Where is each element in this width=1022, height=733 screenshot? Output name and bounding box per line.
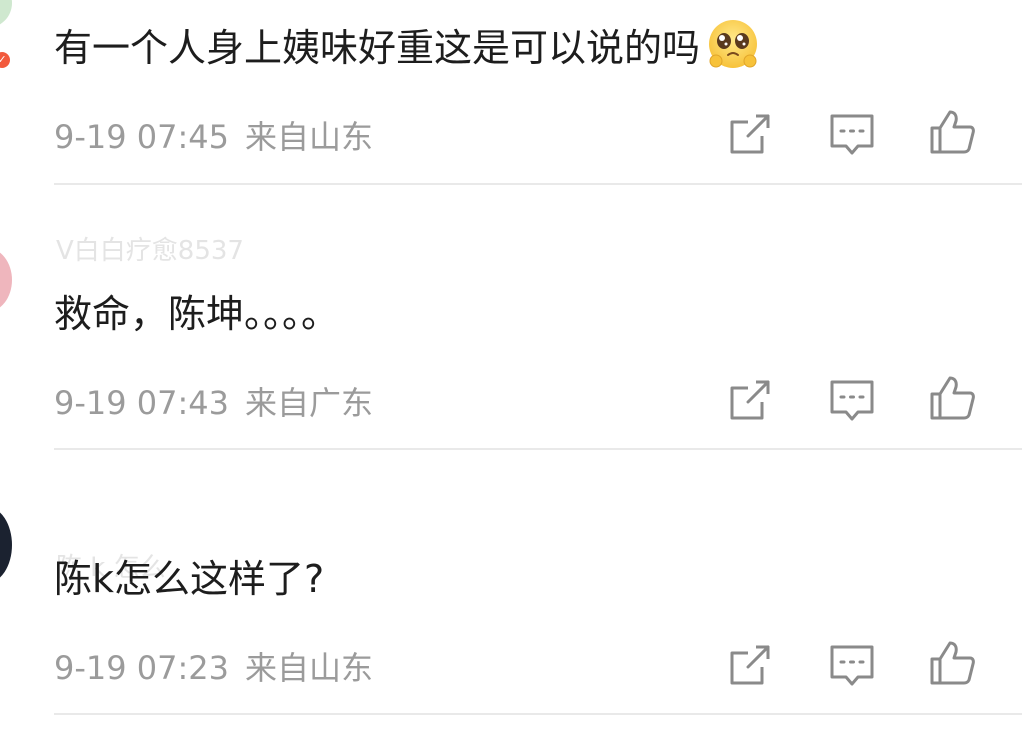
divider xyxy=(54,713,1022,715)
share-icon xyxy=(730,114,770,154)
pleading-face-emoji-icon xyxy=(709,20,758,68)
comment-time: 9-19 07:45 xyxy=(54,118,230,156)
share-button[interactable] xyxy=(726,376,774,424)
comment-text: 陈k怎么这样了? xyxy=(54,547,324,603)
comment-item: 陈 k 怎么 陈k怎么这样了? 9-19 07:23 来自山东 xyxy=(0,451,1022,733)
comment-text: 有一个人身上姨味好重这是可以说的吗 xyxy=(54,14,760,74)
avatar[interactable] xyxy=(0,248,12,312)
share-button[interactable] xyxy=(726,641,774,689)
comment-username[interactable]: V白白疗愈8537 xyxy=(56,230,244,267)
comment-icon xyxy=(830,645,874,686)
comment-meta: 9-19 07:23 来自山东 xyxy=(54,643,373,689)
comment-item: V白白疗愈8537 救命，陈坤。。。。 9-19 07:43 来自广东 xyxy=(0,186,1022,451)
avatar[interactable] xyxy=(0,507,12,583)
comment-feed: ✓ 有一个人身上姨味好重这是可以说的吗 9-19 07:45 来自山东 V白白疗… xyxy=(0,0,1022,733)
comment-text-content: 有一个人身上姨味好重这是可以说的吗 xyxy=(54,25,701,70)
reply-button[interactable] xyxy=(828,110,876,158)
like-button[interactable] xyxy=(928,639,976,687)
like-button[interactable] xyxy=(928,108,976,156)
verified-badge-icon: ✓ xyxy=(0,52,10,68)
comment-text-content: 救命，陈坤。。。。 xyxy=(54,291,340,336)
share-button[interactable] xyxy=(726,110,774,158)
divider xyxy=(54,183,1022,185)
divider xyxy=(54,448,1022,450)
avatar[interactable] xyxy=(0,0,12,28)
reply-button[interactable] xyxy=(828,641,876,689)
reply-button[interactable] xyxy=(828,376,876,424)
comment-meta: 9-19 07:43 来自广东 xyxy=(54,378,373,424)
comment-time: 9-19 07:43 xyxy=(54,384,230,422)
thumbs-up-icon xyxy=(930,376,975,420)
comment-icon xyxy=(830,380,874,421)
comment-location: 来自山东 xyxy=(245,118,374,156)
comment-text-content: 陈k怎么这样了? xyxy=(54,556,325,601)
comment-item: ✓ 有一个人身上姨味好重这是可以说的吗 9-19 07:45 来自山东 xyxy=(0,0,1022,186)
thumbs-up-icon xyxy=(930,641,975,685)
comment-time: 9-19 07:23 xyxy=(54,649,230,687)
share-icon xyxy=(730,645,770,685)
comment-location: 来自广东 xyxy=(245,384,374,422)
comment-icon xyxy=(830,114,874,155)
comment-text: 救命，陈坤。。。。 xyxy=(54,282,339,338)
comment-meta: 9-19 07:45 来自山东 xyxy=(54,112,373,158)
thumbs-up-icon xyxy=(930,110,975,154)
like-button[interactable] xyxy=(928,374,976,422)
comment-location: 来自山东 xyxy=(245,649,374,687)
share-icon xyxy=(730,380,770,420)
